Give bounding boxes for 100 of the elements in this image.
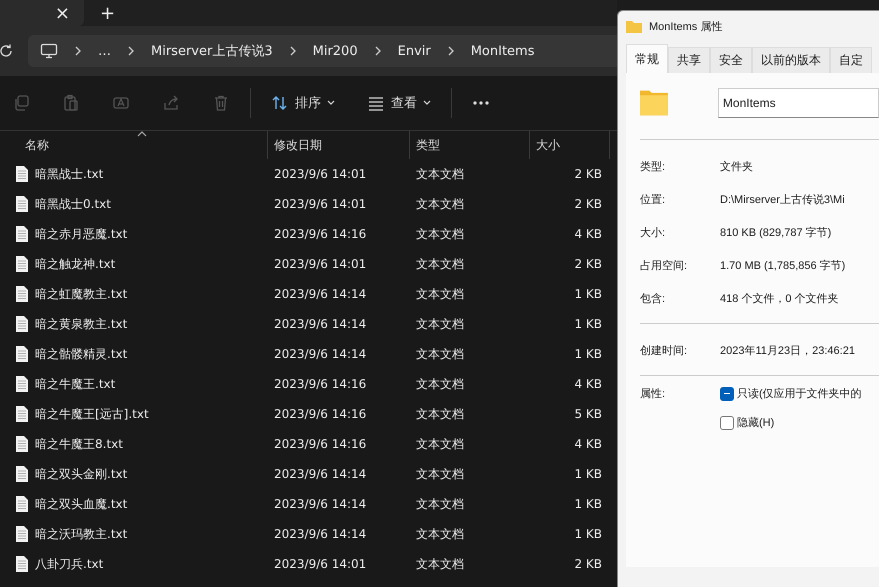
caret-icon — [423, 100, 431, 106]
breadcrumb-item[interactable]: MonItems — [470, 44, 534, 58]
file-row[interactable]: 暗之黄泉教主.txt 2023/9/6 14:14 文本文档 1 KB — [0, 309, 617, 339]
file-name: 暗之骷髅精灵.txt — [35, 346, 128, 362]
date-cell: 2023/9/6 14:01 — [274, 167, 366, 181]
property-label: 创建时间: — [640, 344, 688, 358]
column-header[interactable]: 名称 — [0, 131, 268, 159]
file-row[interactable]: 暗黑战士0.txt 2023/9/6 14:01 文本文档 2 KB — [0, 189, 617, 219]
sort-arrows-icon — [271, 94, 289, 112]
view-button[interactable]: 查看 — [355, 88, 443, 118]
type-cell: 文本文档 — [416, 496, 464, 512]
breadcrumb-item[interactable]: Envir — [398, 44, 431, 58]
file-name: 暗之双头血魔.txt — [35, 496, 128, 512]
trash-icon — [212, 94, 230, 112]
size-cell: 1 KB — [574, 347, 602, 361]
chevron-icon — [288, 46, 297, 56]
refresh-icon[interactable] — [0, 43, 14, 59]
file-name: 暗之牛魔王[远古].txt — [35, 406, 149, 422]
date-cell: 2023/9/6 14:14 — [274, 287, 366, 301]
breadcrumb-item[interactable]: Mirserver上古传说3 — [151, 42, 273, 60]
file-row[interactable]: 暗之牛魔王8.txt 2023/9/6 14:16 文本文档 4 KB — [0, 429, 617, 459]
type-cell: 文本文档 — [416, 226, 464, 242]
ellipsis-icon — [472, 101, 490, 105]
size-cell: 4 KB — [574, 377, 602, 391]
chevron-icon — [374, 46, 382, 56]
file-row[interactable]: 暗之骷髅精灵.txt 2023/9/6 14:14 文本文档 1 KB — [0, 339, 617, 369]
file-name: 暗之虹魔教主.txt — [35, 286, 128, 302]
address-bar[interactable]: … Mirserver上古传说3 Mir200 Envir MonItems — [28, 35, 617, 67]
file-row[interactable]: 八卦刀兵.txt 2023/9/6 14:01 文本文档 2 KB — [0, 549, 617, 579]
size-cell: 1 KB — [574, 287, 602, 301]
new-tab-button[interactable]: + — [100, 2, 116, 24]
text-file-icon — [15, 405, 29, 423]
checkbox[interactable] — [720, 416, 734, 430]
column-header[interactable]: 修改日期 — [268, 131, 410, 159]
type-cell: 文本文档 — [416, 256, 464, 272]
checkbox-label: 只读(仅应用于文件夹中的 — [737, 386, 862, 401]
close-tab-button[interactable]: × — [54, 2, 70, 24]
file-row[interactable]: 暗黑战士.txt 2023/9/6 14:01 文本文档 2 KB — [0, 159, 617, 189]
text-file-icon — [15, 525, 29, 543]
dialog-tab[interactable]: 自定 — [830, 47, 872, 73]
file-row[interactable]: 暗之触龙神.txt 2023/9/6 14:01 文本文档 2 KB — [0, 249, 617, 279]
size-cell: 5 KB — [574, 407, 602, 421]
property-label: 属性: — [640, 387, 666, 401]
computer-icon — [40, 43, 58, 59]
type-cell: 文本文档 — [416, 286, 464, 302]
column-header[interactable]: 大小 — [530, 131, 610, 159]
file-row[interactable]: 暗之双头金刚.txt 2023/9/6 14:14 文本文档 1 KB — [0, 459, 617, 489]
date-cell: 2023/9/6 14:14 — [274, 527, 366, 541]
property-value: D:\Mirserver上古传说3\Mi — [720, 193, 845, 207]
file-row[interactable]: 暗之牛魔王[远古].txt 2023/9/6 14:16 文本文档 5 KB — [0, 399, 617, 429]
file-name: 暗黑战士.txt — [35, 166, 104, 182]
folder-name-field[interactable]: MonItems — [718, 88, 879, 118]
file-name: 暗之沃玛教主.txt — [35, 526, 128, 542]
text-file-icon — [15, 345, 29, 363]
text-file-icon — [15, 465, 29, 483]
checkbox[interactable] — [720, 386, 734, 400]
type-cell: 文本文档 — [416, 436, 464, 452]
size-cell: 1 KB — [574, 317, 602, 331]
text-file-icon — [15, 285, 29, 303]
date-cell: 2023/9/6 14:16 — [274, 407, 366, 421]
date-cell: 2023/9/6 14:16 — [274, 227, 366, 241]
type-cell: 文本文档 — [416, 316, 464, 332]
text-file-icon — [15, 555, 29, 573]
dialog-tab[interactable]: 常规 — [626, 44, 668, 73]
column-header[interactable]: 类型 — [410, 131, 530, 159]
size-cell: 1 KB — [574, 467, 602, 481]
file-row[interactable]: 暗之牛魔王.txt 2023/9/6 14:16 文本文档 4 KB — [0, 369, 617, 399]
file-row[interactable]: 暗之双头血魔.txt 2023/9/6 14:14 文本文档 1 KB — [0, 489, 617, 519]
chevron-icon — [446, 46, 455, 56]
breadcrumb-item[interactable]: … — [98, 44, 111, 58]
browser-tab[interactable]: × — [0, 0, 84, 26]
size-cell: 2 KB — [574, 197, 602, 211]
text-file-icon — [15, 375, 29, 393]
property-label: 包含: — [640, 292, 666, 306]
size-cell: 4 KB — [574, 227, 602, 241]
dialog-tab[interactable]: 安全 — [710, 47, 752, 73]
type-cell: 文本文档 — [416, 346, 464, 362]
property-value: 810 KB (829,787 字节) — [720, 226, 832, 240]
date-cell: 2023/9/6 14:14 — [274, 317, 366, 331]
breadcrumb-item[interactable]: Mir200 — [312, 44, 358, 58]
property-label: 类型: — [640, 160, 666, 174]
text-file-icon — [15, 195, 29, 213]
text-file-icon — [15, 435, 29, 453]
property-value: 418 个文件，0 个文件夹 — [720, 292, 839, 306]
sort-button[interactable]: 排序 — [259, 88, 347, 118]
file-row[interactable]: 暗之沃玛教主.txt 2023/9/6 14:14 文本文档 1 KB — [0, 519, 617, 549]
file-row[interactable]: 暗之赤月恶魔.txt 2023/9/6 14:16 文本文档 4 KB — [0, 219, 617, 249]
dialog-tab[interactable]: 以前的版本 — [752, 47, 830, 73]
checkbox-label: 隐藏(H) — [737, 416, 774, 430]
size-cell: 4 KB — [574, 437, 602, 451]
type-cell: 文本文档 — [416, 376, 464, 392]
date-cell: 2023/9/6 14:01 — [274, 257, 366, 271]
file-row[interactable]: 暗之虹魔教主.txt 2023/9/6 14:14 文本文档 1 KB — [0, 279, 617, 309]
property-label: 占用空间: — [640, 258, 688, 273]
dialog-title: MonItems 属性 — [649, 20, 722, 34]
size-cell: 1 KB — [574, 527, 602, 541]
dialog-tab[interactable]: 共享 — [668, 47, 710, 73]
text-file-icon — [15, 315, 29, 333]
text-file-icon — [15, 495, 29, 513]
chevron-icon — [74, 46, 82, 56]
